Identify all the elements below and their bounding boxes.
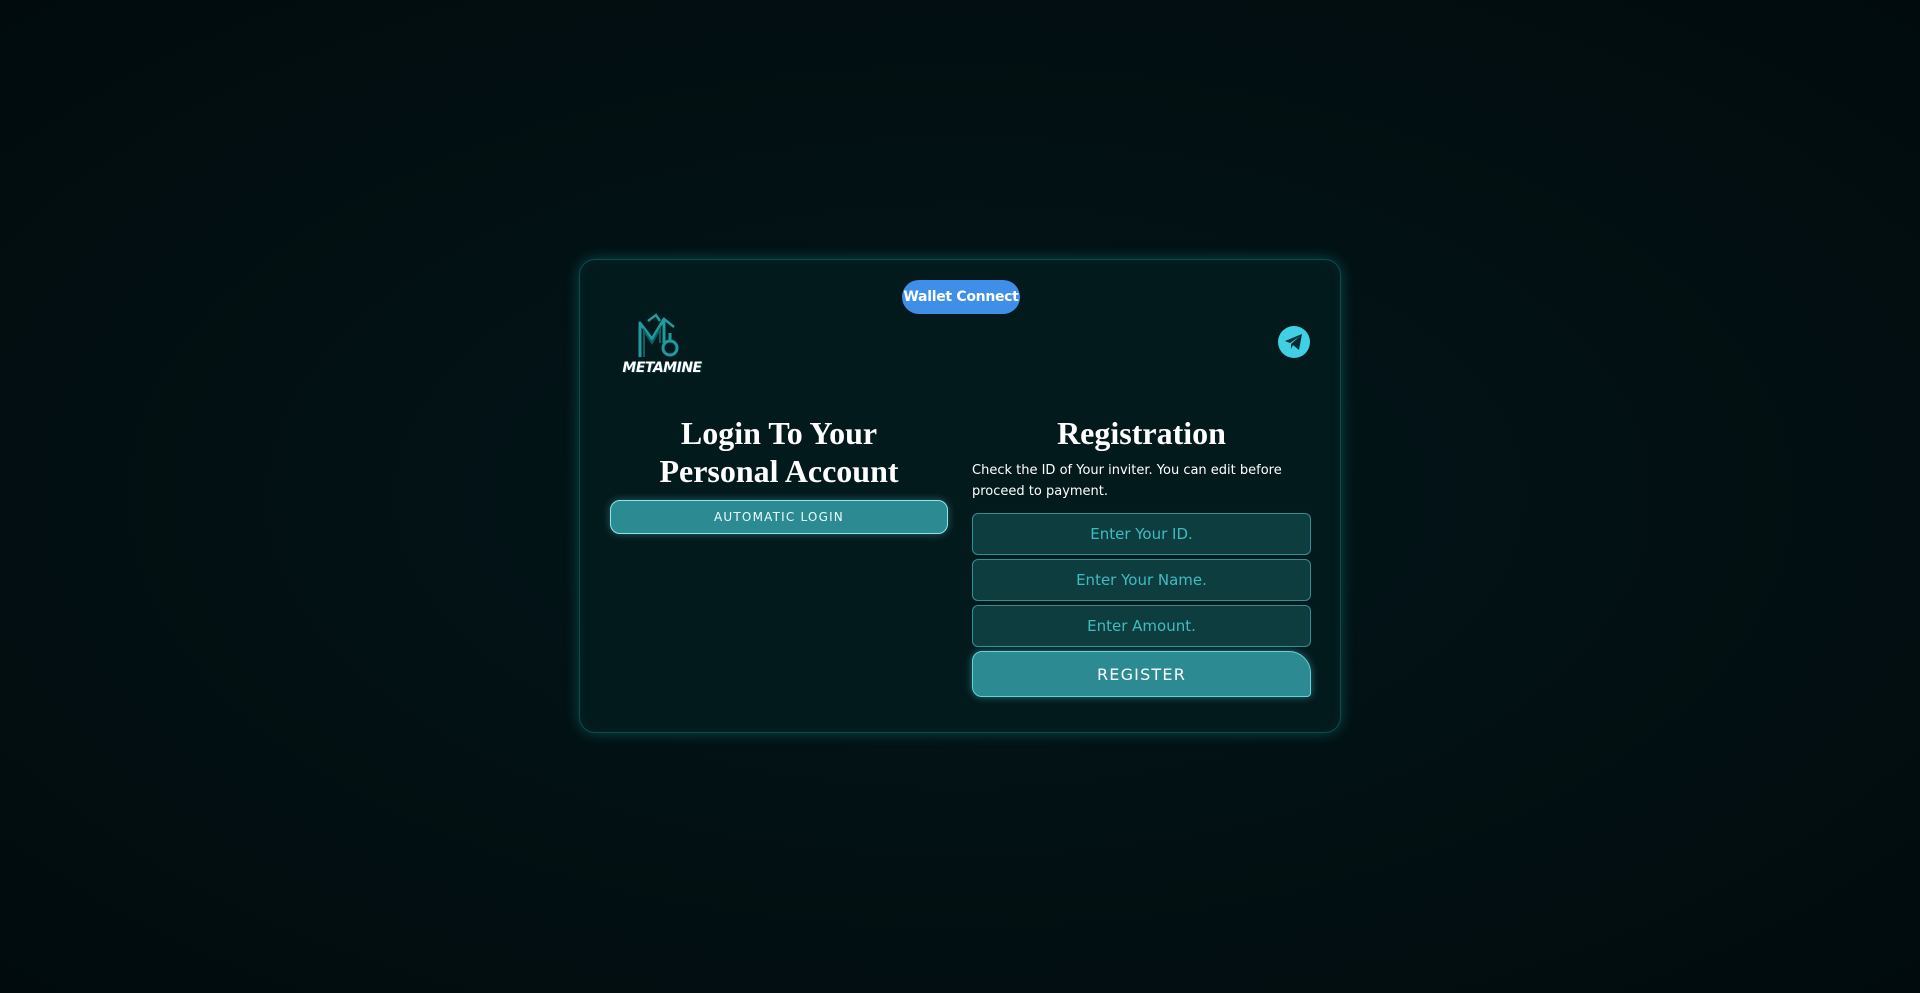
- login-title: Login To Your Personal Account: [610, 414, 948, 490]
- inviter-id-input[interactable]: [972, 513, 1311, 555]
- login-title-line2: Personal Account: [659, 453, 899, 489]
- telegram-icon: [1285, 334, 1302, 350]
- metamine-logo[interactable]: METAMINE: [610, 313, 714, 377]
- registration-title: Registration: [1057, 415, 1226, 451]
- logo-text: METAMINE: [622, 360, 702, 376]
- auth-card: Wallet Connect METAMINE Login To Your Pe…: [579, 259, 1341, 733]
- wallet-connect-button[interactable]: Wallet Connect: [902, 280, 1020, 314]
- login-title-line1: Login To Your: [680, 415, 878, 451]
- registration-section: Registration Check the ID of Your invite…: [972, 414, 1311, 697]
- telegram-link[interactable]: [1278, 326, 1310, 358]
- metamine-logo-icon: [638, 313, 679, 357]
- registration-description: Check the ID of Your inviter. You can ed…: [972, 463, 1282, 499]
- automatic-login-button[interactable]: AUTOMATIC LOGIN: [610, 500, 948, 534]
- page-background: Wallet Connect METAMINE Login To Your Pe…: [0, 0, 1920, 993]
- amount-input[interactable]: [972, 605, 1311, 647]
- name-input[interactable]: [972, 559, 1311, 601]
- register-button[interactable]: REGISTER: [972, 651, 1311, 697]
- login-section: Login To Your Personal Account AUTOMATIC…: [610, 414, 948, 534]
